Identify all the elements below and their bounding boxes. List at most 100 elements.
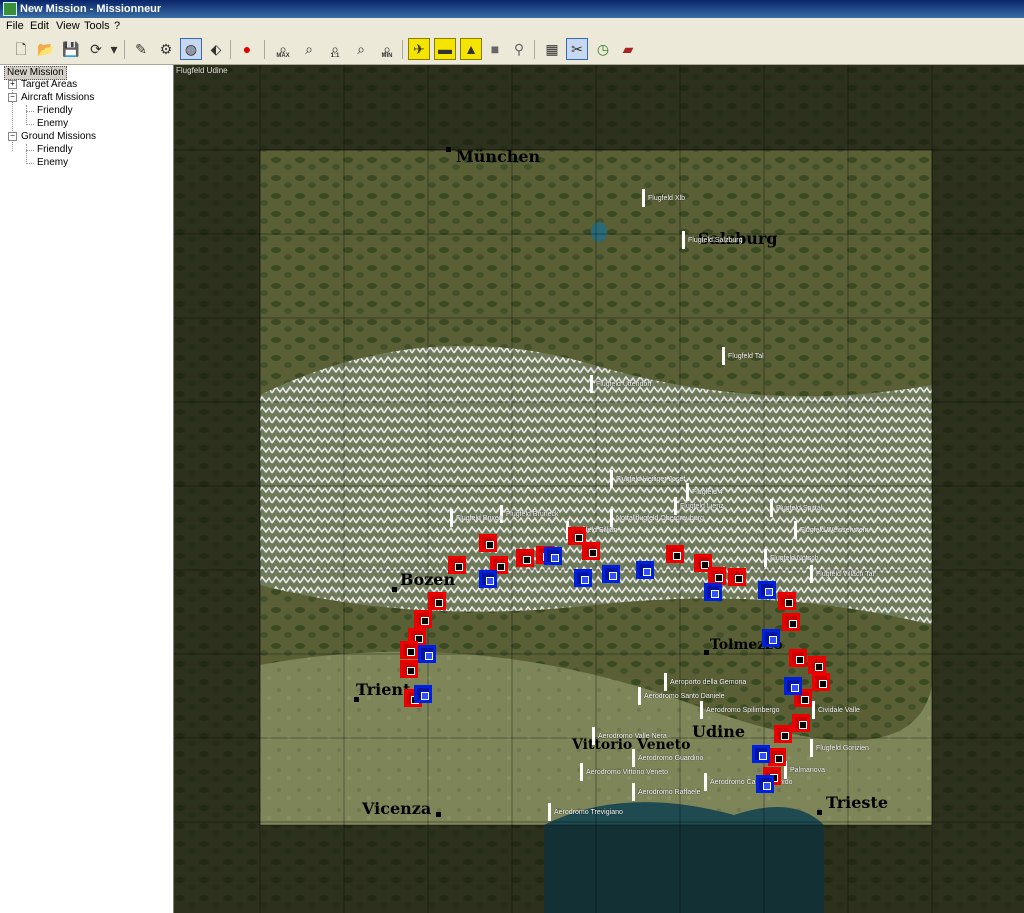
tree-root-new-mission[interactable]: New Mission: [4, 66, 67, 80]
tree-item-ground-missions[interactable]: − Ground Missions: [8, 131, 96, 143]
airfield-marker[interactable]: Flugfeld Spittal: [770, 499, 822, 517]
city-marker: [436, 812, 441, 817]
friendly-ground-unit[interactable]: [784, 677, 802, 695]
city-label-trieste: Trieste: [826, 793, 889, 812]
enemy-ground-unit[interactable]: [812, 673, 830, 691]
enemy-ground-unit[interactable]: [414, 610, 432, 628]
enemy-ground-unit[interactable]: [778, 592, 796, 610]
enemy-ground-unit[interactable]: [792, 714, 810, 732]
enemy-ground-unit[interactable]: [774, 725, 792, 743]
airfield-marker[interactable]: Aerodromo Raffaele: [632, 783, 701, 801]
airfield-marker[interactable]: Flugfeld Gorizien: [810, 739, 869, 757]
friendly-ground-unit[interactable]: [479, 570, 497, 588]
airfield-flag-icon: [812, 701, 815, 719]
airfield-marker[interactable]: Flugfeld Lienz: [674, 497, 724, 515]
ground-unit-icon[interactable]: ▲: [460, 38, 482, 60]
enemy-ground-unit[interactable]: [782, 613, 800, 631]
friendly-ground-unit[interactable]: [704, 583, 722, 601]
airfield-marker[interactable]: Flugfeld Villach Tal: [810, 565, 874, 583]
edit-icon[interactable]: ✎: [130, 38, 152, 60]
tree-item-ground-friendly[interactable]: Friendly: [37, 144, 73, 156]
airfield-flag-icon: [810, 739, 813, 757]
tree-item-aircraft-friendly[interactable]: Friendly: [37, 105, 73, 117]
friendly-ground-unit[interactable]: [756, 775, 774, 793]
tools-icon[interactable]: ✂: [566, 38, 588, 60]
enemy-ground-unit[interactable]: [768, 748, 786, 766]
airfield-marker[interactable]: Palmanova: [784, 761, 825, 779]
friendly-ground-unit[interactable]: [418, 645, 436, 663]
airfield-marker[interactable]: Aerodromo Valle Nera: [592, 727, 667, 745]
friendly-ground-unit[interactable]: [752, 745, 770, 763]
menu-help[interactable]: ?: [114, 20, 120, 32]
airfield-marker[interactable]: Flugfeld Bruneck: [500, 505, 559, 523]
airfield-marker[interactable]: Flugfeld Weissenstein: [794, 521, 868, 539]
globe-icon[interactable]: ◍: [180, 38, 202, 60]
map-view[interactable]: Flugfeld Udine München Salzburg Bozen Tr…: [174, 65, 1024, 913]
airfield-marker[interactable]: Flugfeld Heiliger Josef: [610, 470, 685, 488]
settings-icon[interactable]: ⚙: [155, 38, 177, 60]
enemy-ground-unit[interactable]: [789, 649, 807, 667]
collapse-minus-icon[interactable]: −: [8, 92, 17, 102]
enemy-ground-unit[interactable]: [666, 545, 684, 563]
enemy-ground-unit[interactable]: [479, 534, 497, 552]
waypoint-icon[interactable]: ⬖: [205, 38, 227, 60]
friendly-ground-unit[interactable]: [574, 569, 592, 587]
airfield-marker[interactable]: Flugfeld Brixen: [450, 509, 503, 527]
zoom-max-icon[interactable]: ⌕ MAX: [272, 38, 294, 60]
new-mission-icon[interactable]: 🗋: [10, 38, 32, 60]
tree-item-aircraft-enemy[interactable]: Enemy: [37, 118, 68, 130]
enemy-ground-unit[interactable]: [448, 556, 466, 574]
enemy-ground-unit[interactable]: [400, 641, 418, 659]
calendar-icon[interactable]: ▦: [541, 38, 563, 60]
zoom-min-icon[interactable]: ⌕ MIN: [376, 38, 398, 60]
friendly-ground-unit[interactable]: [758, 581, 776, 599]
zoom-1to1-icon[interactable]: ⌕ 1:1: [324, 38, 346, 60]
airfield-marker[interactable]: Flugfeld Uttendorf: [590, 375, 652, 393]
help-icon[interactable]: ●: [236, 38, 258, 60]
clock-icon[interactable]: ◷: [592, 38, 614, 60]
menu-edit[interactable]: Edit: [30, 20, 49, 32]
zoom-out-icon[interactable]: ⌕: [350, 38, 372, 60]
save-mission-icon[interactable]: 💾: [60, 38, 82, 60]
tree-item-target-areas[interactable]: + Target Areas: [8, 79, 77, 91]
chevron-down-icon[interactable]: ▾: [108, 38, 120, 60]
airfield-flag-icon: [610, 470, 613, 488]
enemy-ground-unit[interactable]: [582, 542, 600, 560]
city-marker: [446, 147, 451, 152]
friendly-ground-unit[interactable]: [602, 565, 620, 583]
airfield-marker[interactable]: Cividale Valle: [812, 701, 860, 719]
collapse-minus-icon[interactable]: −: [8, 131, 17, 141]
friendly-ground-unit[interactable]: [414, 685, 432, 703]
airfield-marker[interactable]: Flugfeld Xlb: [642, 189, 685, 207]
menu-tools[interactable]: Tools: [84, 20, 110, 32]
search-icon[interactable]: ⚲: [508, 38, 530, 60]
expand-plus-icon[interactable]: +: [8, 79, 17, 89]
terrain-map[interactable]: [174, 65, 1024, 913]
enemy-ground-unit[interactable]: [808, 656, 826, 674]
refresh-icon[interactable]: ⟳: [85, 38, 107, 60]
friendly-ground-unit[interactable]: [636, 561, 654, 579]
enemy-ground-unit[interactable]: [400, 660, 418, 678]
enemy-ground-unit[interactable]: [428, 592, 446, 610]
zoom-in-icon[interactable]: ⌕: [298, 38, 320, 60]
airfield-flag-icon: [700, 701, 703, 719]
flag-icon[interactable]: ▰: [617, 38, 639, 60]
airfield-marker[interactable]: Flugfeld Salzburg: [682, 231, 742, 249]
friendly-ground-unit[interactable]: [762, 629, 780, 647]
menu-view[interactable]: View: [56, 20, 80, 32]
building-icon[interactable]: ■: [484, 38, 506, 60]
open-mission-icon[interactable]: 📂: [35, 38, 57, 60]
menu-file[interactable]: File: [6, 20, 24, 32]
tree-item-ground-enemy[interactable]: Enemy: [37, 157, 68, 169]
tree-item-aircraft-missions[interactable]: − Aircraft Missions: [8, 92, 94, 104]
airfield-marker[interactable]: Aerodromo Vittorio Veneto: [580, 763, 668, 781]
airfield-marker[interactable]: Aerodromo Trevigiano: [548, 803, 623, 821]
airfield-marker[interactable]: Flugfeld Tal: [722, 347, 764, 365]
aircraft-icon[interactable]: ✈: [408, 38, 430, 60]
enemy-ground-unit[interactable]: [516, 549, 534, 567]
ship-icon[interactable]: ▬: [434, 38, 456, 60]
airfield-marker[interactable]: Aerodromo Spilimbergo: [700, 701, 780, 719]
airfield-flag-icon: [682, 231, 685, 249]
friendly-ground-unit[interactable]: [544, 547, 562, 565]
enemy-ground-unit[interactable]: [728, 568, 746, 586]
